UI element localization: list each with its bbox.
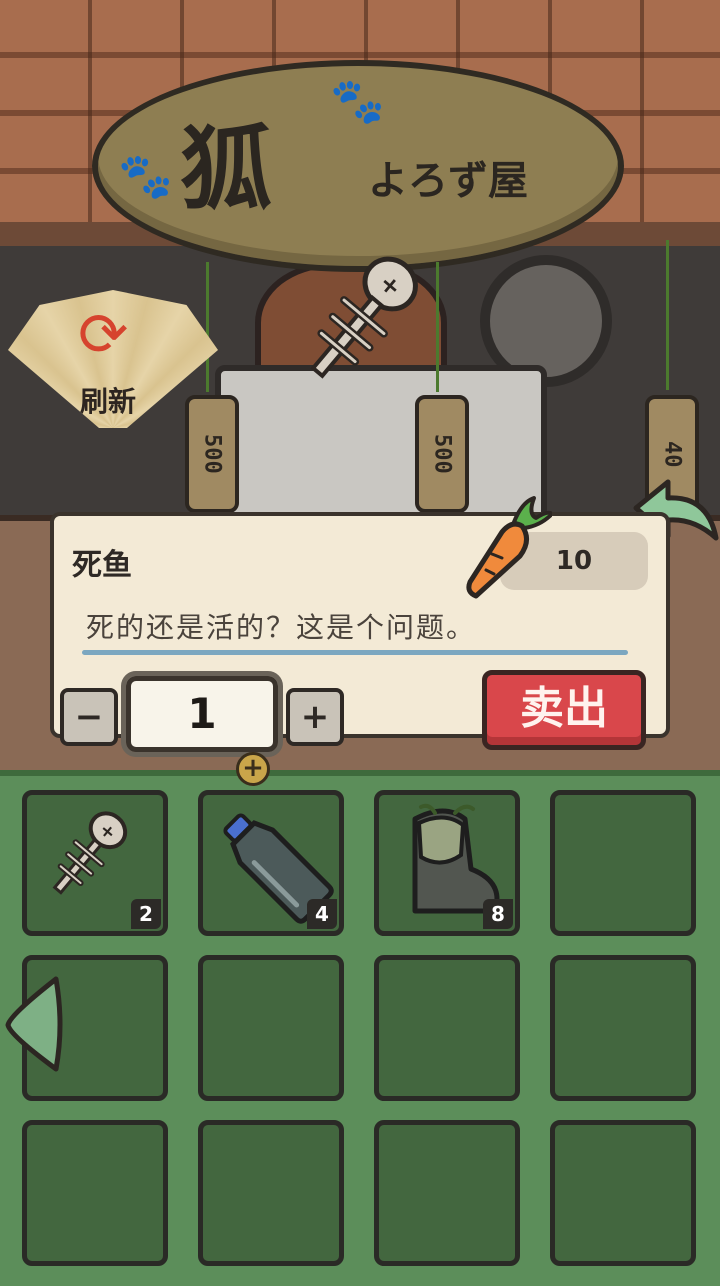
left-arrow-tab-icon[interactable] <box>4 975 64 1073</box>
quantity-value[interactable]: 1 <box>126 676 278 752</box>
inventory-slot[interactable] <box>198 955 344 1101</box>
tag-string <box>666 240 669 390</box>
fish-bone-icon: + <box>33 799 143 913</box>
inventory-slot[interactable] <box>198 1120 344 1266</box>
inventory-slot[interactable] <box>374 955 520 1101</box>
inventory-slot[interactable] <box>550 790 696 936</box>
sign-title: 狐 <box>180 115 275 223</box>
carrot-icon <box>466 496 552 599</box>
inventory-slot[interactable] <box>374 1120 520 1266</box>
item-count: 2 <box>131 899 161 929</box>
price-tag: 500 <box>415 395 469 513</box>
item-count: 8 <box>483 899 513 929</box>
item-name: 死鱼 <box>72 548 132 583</box>
inventory-slot[interactable] <box>550 955 696 1101</box>
sign-subtitle: よろず屋 <box>368 158 528 204</box>
inventory-slot[interactable] <box>550 1120 696 1266</box>
sell-button[interactable]: 卖出 <box>482 670 646 750</box>
fish-bone-icon: + <box>310 256 418 379</box>
refresh-label: 刷新 <box>80 385 137 418</box>
paw-icon: 🐾 <box>330 76 385 127</box>
item-count: 4 <box>307 899 337 929</box>
paw-icon: 🐾 <box>118 151 173 202</box>
refresh-button[interactable]: ⟳ 刷新 <box>8 290 218 440</box>
inventory-slot[interactable]: 4 <box>198 790 344 936</box>
inventory-slot[interactable]: 8 <box>374 790 520 936</box>
inventory-slot[interactable]: +2 <box>22 790 168 936</box>
refresh-icon: ⟳ <box>78 300 129 370</box>
increase-quantity-button[interactable]: + <box>286 688 344 746</box>
decrease-quantity-button[interactable]: − <box>60 688 118 746</box>
add-icon: + <box>236 752 270 786</box>
item-description: 死的还是活的？这是个问题。 <box>86 611 477 644</box>
description-underline <box>82 650 628 655</box>
inventory-slot[interactable] <box>22 1120 168 1266</box>
